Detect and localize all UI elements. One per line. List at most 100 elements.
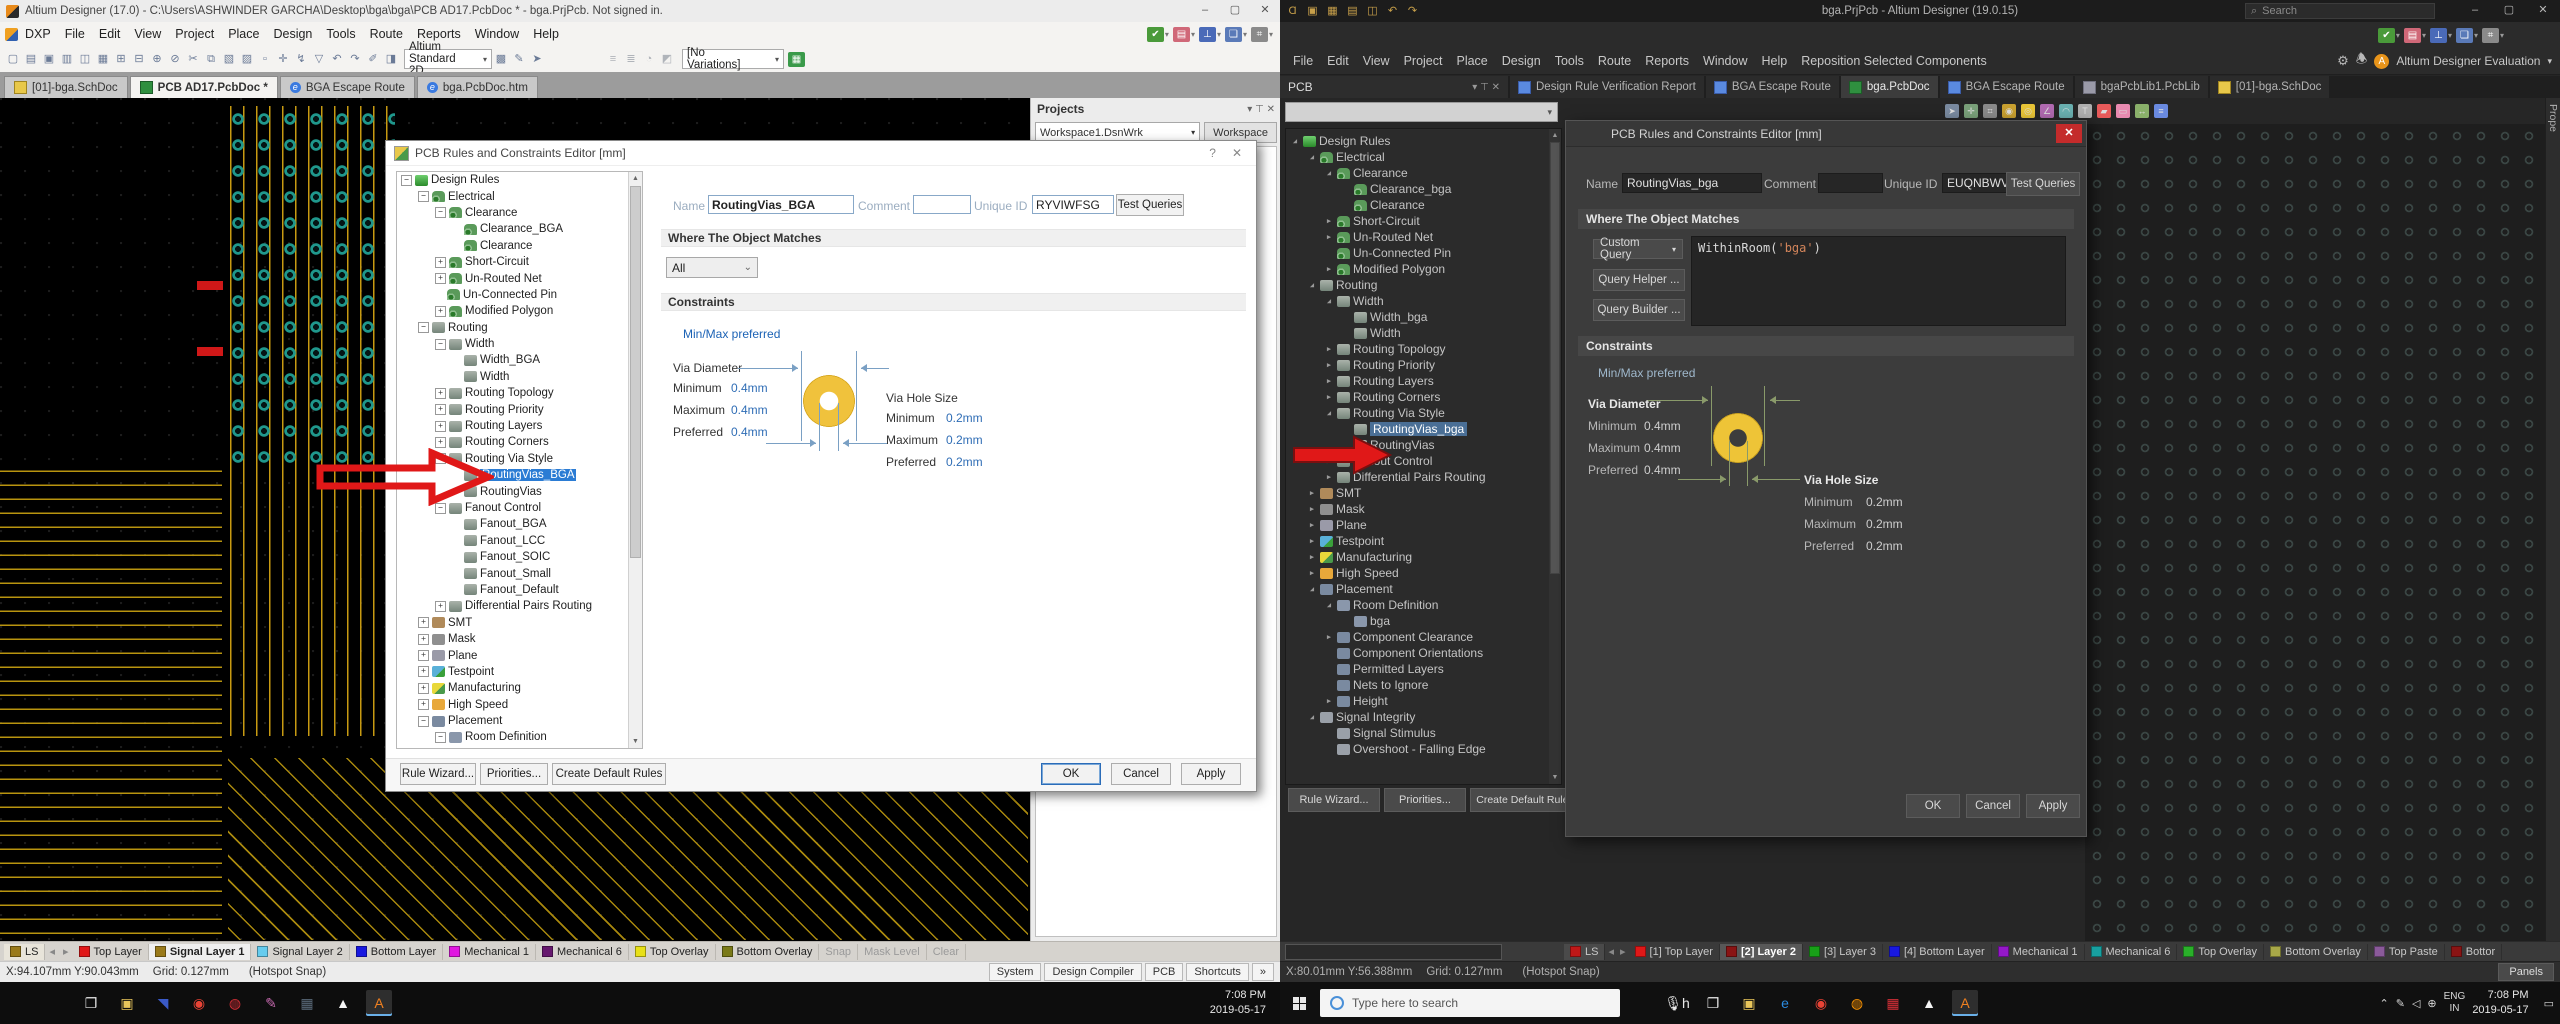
tree-expander-icon[interactable]: − xyxy=(435,339,446,350)
toolbar-icon[interactable]: ≣ xyxy=(623,51,639,67)
tree-row[interactable]: ▶ Height xyxy=(1286,693,1549,709)
layer-set-tab[interactable]: LS xyxy=(4,944,45,960)
tree-expander-icon[interactable]: + xyxy=(435,601,446,612)
tree-expander-icon[interactable]: + xyxy=(435,437,446,448)
toolbar-icon[interactable]: ◩ xyxy=(659,51,675,67)
tree-expander-icon[interactable]: − xyxy=(418,716,429,727)
toolbar-icon[interactable]: ⧉ xyxy=(203,51,219,67)
via-diameter-min[interactable]: 0.4mm xyxy=(731,381,768,395)
layer-tab[interactable]: Signal Layer 2 xyxy=(251,944,349,960)
tree-row[interactable]: Nets to Ignore xyxy=(1286,677,1549,693)
taskbar-app-icon[interactable]: e xyxy=(1772,990,1798,1016)
tree-expander-icon[interactable] xyxy=(452,536,461,545)
layer-tab[interactable]: Mechanical 6 xyxy=(536,944,629,960)
tree-expander-icon[interactable]: + xyxy=(418,650,429,661)
tree-row[interactable]: BGA_FANOUT xyxy=(397,746,629,748)
taskbar-app-icon[interactable]: ▲ xyxy=(1916,990,1942,1016)
tree-row[interactable]: + Short-Circuit xyxy=(397,254,629,270)
layer-filter-box[interactable] xyxy=(1285,944,1502,960)
tree-row[interactable]: + Routing Priority xyxy=(397,401,629,417)
menu-item[interactable]: Edit xyxy=(1320,51,1356,71)
utility-icon-group[interactable]: ⊥▾ xyxy=(1196,27,1222,42)
tree-row[interactable]: ▶ SMT xyxy=(1286,485,1549,501)
tree-expander-icon[interactable] xyxy=(452,372,461,381)
layer-tab[interactable]: [4] Bottom Layer xyxy=(1883,944,1992,960)
tree-expander-icon[interactable]: ◢ xyxy=(1307,281,1317,290)
layer-scroll-left-icon[interactable]: ◂ xyxy=(45,945,59,958)
tree-row[interactable]: − Routing xyxy=(397,320,629,336)
document-tab[interactable]: [01]-bga.SchDoc xyxy=(2210,76,2330,98)
ok-button[interactable]: OK xyxy=(1041,763,1101,785)
document-tab[interactable]: bgaPcbLib1.PcbLib xyxy=(2075,76,2208,98)
tree-row[interactable]: Width_BGA xyxy=(397,352,629,368)
document-tab[interactable]: [01]-bga.SchDoc xyxy=(4,76,128,98)
taskbar-app-icon[interactable]: ◍ xyxy=(1844,990,1870,1016)
status-panel-button[interactable]: PCB xyxy=(1145,963,1184,981)
tree-row[interactable]: Fanout_SOIC xyxy=(397,549,629,565)
layer-scroll-right-icon[interactable]: ▸ xyxy=(1617,945,1629,958)
tree-expander-icon[interactable]: ◢ xyxy=(1307,153,1317,162)
menu-item[interactable]: Window xyxy=(1696,51,1754,71)
tree-row[interactable]: ◢ Width xyxy=(1286,293,1549,309)
taskbar-app-icon[interactable]: ❐ xyxy=(1700,990,1726,1016)
document-tab[interactable]: e BGA Escape Route xyxy=(280,76,415,98)
view-mode-select[interactable]: Altium Standard 2D▾ xyxy=(404,49,492,69)
tree-expander-icon[interactable]: + xyxy=(435,306,446,317)
maximize-button[interactable]: ▢ xyxy=(2492,1,2526,21)
layer-tab[interactable]: Top Overlay xyxy=(629,944,716,960)
quick-access-icon[interactable]: ▦ xyxy=(1325,4,1340,19)
tree-row[interactable]: Width xyxy=(1286,325,1549,341)
name-input[interactable] xyxy=(708,195,854,214)
tree-expander-icon[interactable] xyxy=(1341,313,1351,322)
tree-expander-icon[interactable]: ▶ xyxy=(1324,233,1334,242)
tree-expander-icon[interactable]: ◢ xyxy=(1307,713,1317,722)
toolbar-icon[interactable]: ✛ xyxy=(275,51,291,67)
utility-icon-group[interactable]: ✔▾ xyxy=(2375,28,2401,43)
tree-row[interactable]: + SMT xyxy=(397,615,629,631)
close-button[interactable]: ✕ xyxy=(1250,2,1280,20)
account-label[interactable]: Altium Designer Evaluation xyxy=(2396,54,2540,68)
layer-scroll-left-icon[interactable]: ◂ xyxy=(1605,945,1617,958)
tree-expander-icon[interactable]: ▶ xyxy=(1324,265,1334,274)
tree-row[interactable]: + Modified Polygon xyxy=(397,303,629,319)
speaker-icon[interactable]: ◁ xyxy=(2412,997,2420,1010)
toolbar-icon[interactable]: ✐ xyxy=(365,51,381,67)
layer-tab[interactable]: Top Overlay xyxy=(2177,944,2264,960)
tree-expander-icon[interactable]: ▶ xyxy=(1307,553,1317,562)
language-indicator[interactable]: ENG IN xyxy=(2444,991,2466,1015)
toolbar-icon[interactable]: ➤ xyxy=(529,51,545,67)
maximize-button[interactable]: ▢ xyxy=(1220,2,1250,20)
tree-expander-icon[interactable]: ▶ xyxy=(1324,697,1334,706)
utility-icon-group[interactable]: ❏▾ xyxy=(2453,28,2479,43)
tree-row[interactable]: + Routing Layers xyxy=(397,418,629,434)
panel-close-icon[interactable]: ✕ xyxy=(1267,104,1275,115)
tree-row[interactable]: bga xyxy=(1286,613,1549,629)
tree-expander-icon[interactable]: ▶ xyxy=(1307,569,1317,578)
toolbar-icon[interactable]: ⊟ xyxy=(131,51,147,67)
toolbar-icon[interactable]: ▦ xyxy=(95,51,111,67)
taskbar-app-icon[interactable]: 🎙h xyxy=(1664,990,1690,1016)
close-icon[interactable]: ✕ xyxy=(1226,146,1248,160)
toolbar-icon[interactable]: ✎ xyxy=(511,51,527,67)
tree-row[interactable]: + Mask xyxy=(397,631,629,647)
toolbar-icon[interactable]: ⊕ xyxy=(149,51,165,67)
tree-expander-icon[interactable] xyxy=(1324,745,1334,754)
tray-caret-icon[interactable]: ⌃ xyxy=(2380,997,2389,1010)
tree-expander-icon[interactable]: ▶ xyxy=(1324,377,1334,386)
utility-icon-group[interactable]: ❏▾ xyxy=(1222,27,1248,42)
scroll-down-icon[interactable]: ▼ xyxy=(629,735,642,748)
menu-item[interactable]: Route xyxy=(363,24,410,44)
layer-scroll-right-icon[interactable]: ▸ xyxy=(59,945,73,958)
tree-row[interactable]: Clearance_bga xyxy=(1286,181,1549,197)
rule-wizard-button[interactable]: Rule Wizard... xyxy=(1288,788,1380,812)
status-panel-button[interactable]: System xyxy=(989,963,1042,981)
test-queries-button[interactable]: Test Queries xyxy=(2006,172,2080,196)
document-toolbar-icon[interactable]: T xyxy=(2078,104,2092,118)
query-helper-button[interactable]: Query Helper ... xyxy=(1593,269,1685,291)
utility-icon-group[interactable]: ⌗▾ xyxy=(1248,27,1274,42)
layer-bar-option[interactable]: Clear xyxy=(927,944,966,960)
document-toolbar-icon[interactable]: ◎ xyxy=(2021,104,2035,118)
tree-row[interactable]: ▶ Routing Corners xyxy=(1286,389,1549,405)
tree-row[interactable]: ◢ Placement xyxy=(1286,581,1549,597)
tree-expander-icon[interactable] xyxy=(1324,681,1334,690)
